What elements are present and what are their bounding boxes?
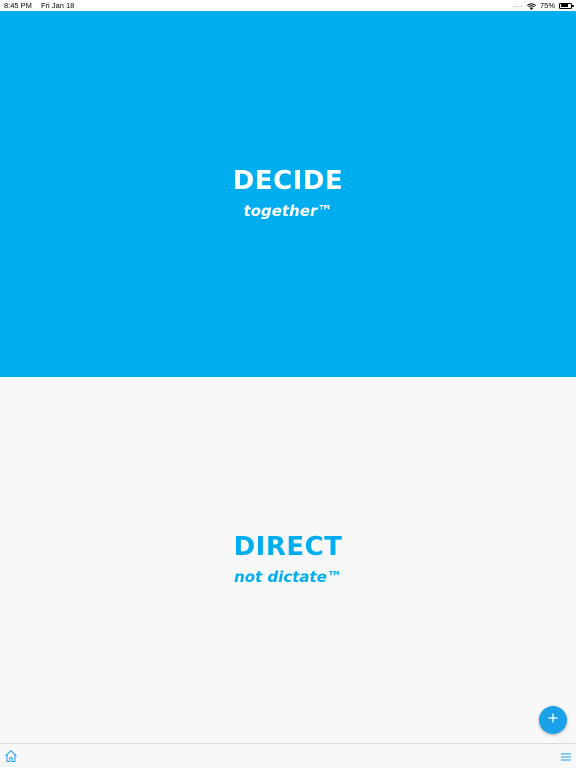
- decide-text-group: DECIDE together™: [233, 166, 343, 222]
- multitasking-dots: ....: [513, 2, 523, 9]
- battery-icon: [559, 2, 574, 9]
- decide-tagline: together™: [243, 202, 333, 220]
- status-date: Fri Jan 18: [40, 1, 75, 10]
- plus-icon: [547, 711, 559, 729]
- home-button[interactable]: [4, 749, 18, 763]
- status-right: .... 75%: [513, 0, 574, 11]
- direct-text-group: DIRECT not dictate™: [234, 532, 343, 588]
- direct-headline: DIRECT: [233, 532, 343, 562]
- decide-panel[interactable]: DECIDE together™: [0, 11, 576, 377]
- battery-fill: [560, 4, 568, 7]
- decide-headline: DECIDE: [232, 166, 344, 196]
- direct-tagline: not dictate™: [234, 568, 342, 586]
- direct-panel[interactable]: DIRECT not dictate™: [0, 377, 576, 743]
- status-time: 8:45 PM: [4, 1, 32, 10]
- wifi-icon: [527, 2, 536, 10]
- bottom-toolbar: [0, 743, 576, 768]
- status-bar: 8:45 PM Fri Jan 18 .... 75%: [0, 0, 576, 11]
- battery-percent: 75%: [539, 1, 555, 10]
- menu-icon: [560, 750, 572, 767]
- status-left: 8:45 PM Fri Jan 18: [4, 0, 74, 11]
- menu-button[interactable]: [560, 750, 572, 762]
- add-button[interactable]: [539, 706, 567, 734]
- home-icon: [4, 750, 18, 767]
